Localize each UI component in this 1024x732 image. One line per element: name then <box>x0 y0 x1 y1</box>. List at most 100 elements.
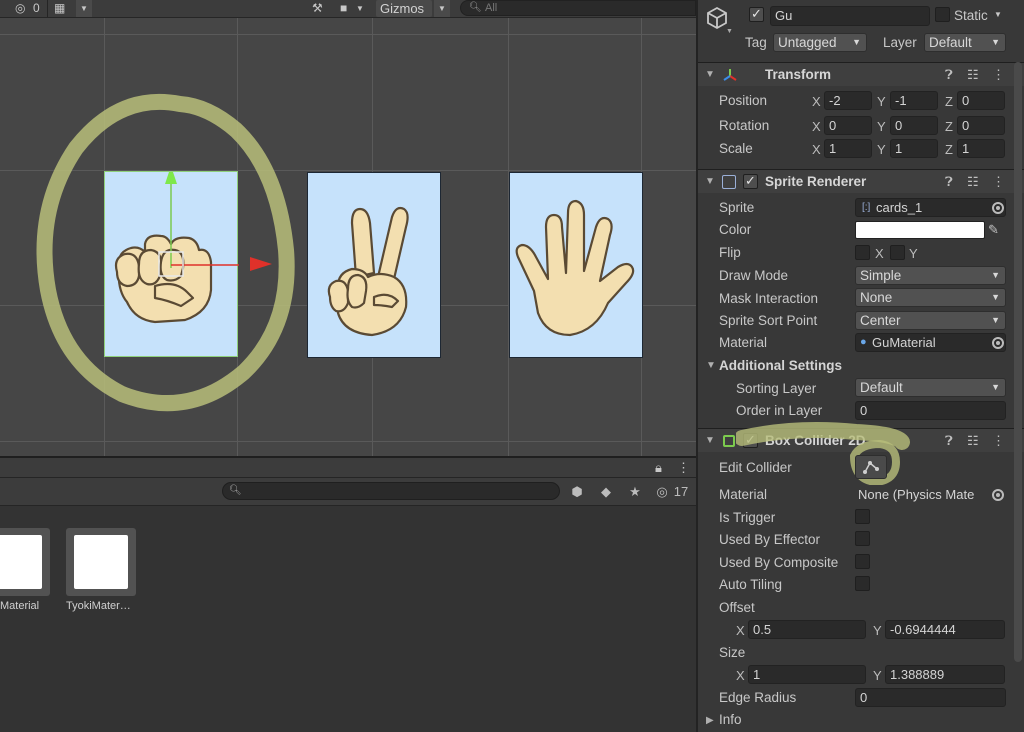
chevron-down-icon[interactable]: ▼ <box>994 10 1002 19</box>
favorite-star-icon[interactable]: ★ <box>625 482 645 502</box>
color-swatch[interactable] <box>855 221 985 239</box>
physics-material-field[interactable]: None (Physics Mate <box>855 485 1006 504</box>
gizmos-button[interactable]: Gizmos <box>376 0 432 17</box>
sorting-layer-dropdown[interactable]: Default ▼ <box>855 378 1006 397</box>
foldout-arrow-icon[interactable]: ▼ <box>706 360 716 371</box>
order-in-layer-field[interactable]: 0 <box>855 401 1006 420</box>
is-trigger-toggle[interactable] <box>855 509 870 524</box>
used-by-composite-toggle[interactable] <box>855 554 870 569</box>
help-icon[interactable]: ❓︎ <box>945 170 953 194</box>
scale-z-field[interactable]: 1 <box>957 139 1005 158</box>
help-icon[interactable]: ❓︎ <box>945 63 953 87</box>
preset-sliders-icon[interactable]: ☷ <box>967 429 979 453</box>
lock-icon[interactable]: 🔒︎ <box>655 458 662 478</box>
hidden-packages-count: 17 <box>673 484 689 499</box>
peace-sign-icon <box>327 206 409 337</box>
size-x-field[interactable]: 1 <box>748 665 866 684</box>
sprite-renderer-enabled-toggle[interactable] <box>743 173 758 189</box>
inspector-scrollbar[interactable] <box>1014 62 1022 662</box>
foldout-arrow-icon[interactable]: ▼ <box>705 170 715 194</box>
size-label: Size <box>719 645 746 660</box>
layer-dropdown[interactable]: Default ▼ <box>924 33 1006 52</box>
position-y-field[interactable]: -1 <box>890 91 938 110</box>
position-z-field[interactable]: 0 <box>957 91 1005 110</box>
position-x-field[interactable]: -2 <box>824 91 872 110</box>
used-by-effector-toggle[interactable] <box>855 531 870 546</box>
camera-icon[interactable]: ■ <box>340 0 347 17</box>
more-menu-icon[interactable]: ⋮ <box>677 458 690 478</box>
visibility-hidden-icon[interactable]: ◎ <box>15 0 25 17</box>
offset-x-field[interactable]: 0.5 <box>748 620 866 639</box>
tag-dropdown[interactable]: Untagged ▼ <box>773 33 867 52</box>
field-value: -2 <box>829 93 841 108</box>
scale-label: Scale <box>719 141 753 156</box>
transform-header[interactable]: ▼ Transform ❓︎ ☷ ⋮ <box>698 62 1024 86</box>
scale-y-field[interactable]: 1 <box>890 139 938 158</box>
scene-view[interactable]: ◎ 0 ▦ ▼ ⚒ ■ ▼ Gizmos ▼ 🔍︎ All <box>0 0 696 456</box>
object-name-field[interactable]: Gu <box>770 6 930 26</box>
additional-settings-foldout[interactable]: Additional Settings <box>719 358 842 373</box>
scene-search-input[interactable]: 🔍︎ All <box>460 0 696 16</box>
preset-sliders-icon[interactable]: ☷ <box>967 170 979 194</box>
filter-by-label-icon[interactable]: ◆ <box>596 482 616 502</box>
object-picker-icon[interactable] <box>992 202 1004 214</box>
used-by-effector-label: Used By Effector <box>719 532 821 547</box>
card-pa-sprite[interactable] <box>509 172 643 358</box>
scale-x-field[interactable]: 1 <box>824 139 872 158</box>
position-label: Position <box>719 93 768 108</box>
auto-tiling-toggle[interactable] <box>855 576 870 591</box>
asset-material-thumbnail[interactable] <box>0 528 50 596</box>
asset-tyoki-material-thumbnail[interactable] <box>66 528 136 596</box>
sprite-sort-point-dropdown[interactable]: Center ▼ <box>855 311 1006 330</box>
edit-collider-label: Edit Collider <box>719 460 792 475</box>
chevron-down-icon[interactable]: ▼ <box>76 0 92 17</box>
project-panel: 🔒︎ ⋮ 🔍︎ ⬢ ◆ ★ ◎ 17 Material TyokiMater… <box>0 458 696 732</box>
card-choki-sprite[interactable] <box>307 172 441 358</box>
rotation-x-field[interactable]: 0 <box>824 116 872 135</box>
draw-mode-dropdown[interactable]: Simple ▼ <box>855 266 1006 285</box>
foldout-arrow-icon[interactable]: ▼ <box>705 429 715 453</box>
axis-z-label: Z <box>945 94 953 109</box>
tools-icon[interactable]: ⚒ <box>312 0 323 17</box>
offset-y-field[interactable]: -0.6944444 <box>885 620 1005 639</box>
active-toggle[interactable] <box>749 6 764 22</box>
object-picker-icon[interactable] <box>992 337 1004 349</box>
sprite-renderer-header[interactable]: ▼ Sprite Renderer ❓︎ ☷ ⋮ <box>698 169 1024 193</box>
mask-interaction-dropdown[interactable]: None ▼ <box>855 288 1006 307</box>
help-icon[interactable]: ❓︎ <box>945 429 953 453</box>
chevron-down-icon[interactable]: ▼ <box>726 28 733 35</box>
sprite-sort-point-label: Sprite Sort Point <box>719 313 818 328</box>
chevron-down-icon[interactable]: ▼ <box>434 0 450 17</box>
chevron-down-icon[interactable]: ▼ <box>356 0 364 17</box>
more-menu-icon[interactable]: ⋮ <box>992 170 1005 194</box>
edit-collider-button[interactable] <box>855 455 887 479</box>
chevron-down-icon: ▼ <box>991 292 1000 302</box>
info-foldout[interactable]: Info <box>719 712 742 727</box>
more-menu-icon[interactable]: ⋮ <box>992 429 1005 453</box>
static-toggle[interactable] <box>935 7 950 22</box>
flip-y-toggle[interactable] <box>890 245 905 260</box>
size-y-field[interactable]: 1.388889 <box>885 665 1005 684</box>
rotation-y-field[interactable]: 0 <box>890 116 938 135</box>
more-menu-icon[interactable]: ⋮ <box>992 63 1005 87</box>
preset-sliders-icon[interactable]: ☷ <box>967 63 979 87</box>
search-placeholder: All <box>485 2 498 14</box>
filter-by-type-icon[interactable]: ⬢ <box>567 482 587 502</box>
object-picker-icon[interactable] <box>992 489 1004 501</box>
axis-y-label: Y <box>877 94 886 109</box>
rotation-z-field[interactable]: 0 <box>957 116 1005 135</box>
field-value: 0 <box>860 690 868 705</box>
search-icon: 🔍︎ <box>469 2 482 13</box>
project-search-input[interactable]: 🔍︎ <box>222 482 560 500</box>
foldout-arrow-icon[interactable]: ▶ <box>706 715 714 726</box>
open-hand-icon <box>515 199 635 337</box>
eyedropper-icon[interactable]: ✎ <box>988 222 999 238</box>
material-object-field[interactable]: ● GuMaterial <box>855 333 1006 352</box>
hidden-packages-icon[interactable]: ◎ <box>652 482 672 502</box>
foldout-arrow-icon[interactable]: ▼ <box>705 63 715 87</box>
sprite-object-field[interactable]: [:] cards_1 <box>855 198 1006 217</box>
flip-x-toggle[interactable] <box>855 245 870 260</box>
edge-radius-field[interactable]: 0 <box>855 688 1006 707</box>
highlight-circle-annotation <box>36 93 295 412</box>
layers-grid-icon[interactable]: ▦ <box>54 0 65 17</box>
